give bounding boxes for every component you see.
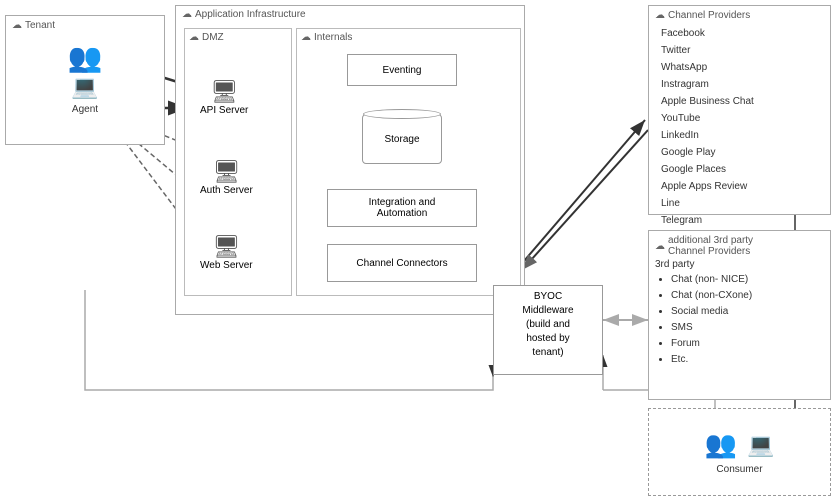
dmz-title: ☁ DMZ xyxy=(189,32,287,43)
channel-connectors-label: Channel Connectors xyxy=(356,258,447,269)
web-server: 🖥 Web Server xyxy=(200,234,253,271)
internals-box: ☁ Internals Eventing Storage Integration… xyxy=(296,28,521,296)
channel-providers-box: ☁ Channel Providers Facebook Twitter Wha… xyxy=(648,5,831,215)
list-item: Apple Business Chat xyxy=(661,93,818,110)
consumer-person-icon: 👥 xyxy=(705,429,737,460)
server-icon-auth: 🖥 xyxy=(200,159,253,185)
channel-providers-label: Channel Providers xyxy=(668,10,750,21)
cloud-icon-channel: ☁ xyxy=(655,10,665,21)
list-item: LinkedIn xyxy=(661,127,818,144)
channel-connectors-component: Channel Connectors xyxy=(327,244,477,282)
list-item: Google Places xyxy=(661,161,818,178)
tenant-box: ☁ Tenant 👥 💻 Agent xyxy=(5,15,165,145)
list-item: WhatsApp xyxy=(661,59,818,76)
list-item: Instragram xyxy=(661,76,818,93)
byoc-box: BYOCMiddleware(build andhosted bytenant) xyxy=(493,285,603,375)
auth-server: 🖥 Auth Server xyxy=(200,159,253,196)
dmz-box: ☁ DMZ 🖥 API Server 🖥 Auth Server 🖥 Web S… xyxy=(184,28,292,296)
list-item: Telegram xyxy=(661,212,818,229)
agent-icon: 👥 xyxy=(68,41,103,74)
list-item: Social media xyxy=(671,304,824,320)
storage-component: Storage xyxy=(357,109,447,169)
integration-label: Integration andAutomation xyxy=(369,197,436,219)
list-item: Facebook xyxy=(661,25,818,42)
channel-providers-list: Facebook Twitter WhatsApp Instragram App… xyxy=(655,23,824,231)
consumer-box: 👥 💻 Consumer xyxy=(648,408,831,496)
list-item: Forum xyxy=(671,336,824,352)
list-item: YouTube xyxy=(661,110,818,127)
dmz-label: DMZ xyxy=(202,32,224,43)
byoc-label: BYOCMiddleware(build andhosted bytenant) xyxy=(522,291,573,358)
cloud-icon-tenant: ☁ xyxy=(12,20,22,31)
app-infra-label: Application Infrastructure xyxy=(195,9,306,20)
server-icon-api: 🖥 xyxy=(200,79,248,105)
list-item: Chat (non- NICE) xyxy=(671,272,824,288)
consumer-laptop-icon: 💻 xyxy=(747,432,774,458)
list-item: SMS xyxy=(671,320,824,336)
eventing-label: Eventing xyxy=(383,65,422,76)
storage-label: Storage xyxy=(384,134,419,145)
list-item: Google Play xyxy=(661,144,818,161)
eventing-component: Eventing xyxy=(347,54,457,86)
cloud-icon-infra: ☁ xyxy=(182,9,192,20)
web-server-label: Web Server xyxy=(200,260,253,271)
app-infra-title: ☁ Application Infrastructure xyxy=(182,9,518,20)
auth-server-label: Auth Server xyxy=(200,185,253,196)
tenant-title: ☁ Tenant xyxy=(12,20,158,31)
third-party-label: additional 3rd partyChannel Providers xyxy=(668,235,753,257)
third-party-box: ☁ additional 3rd partyChannel Providers … xyxy=(648,230,831,400)
internals-title: ☁ Internals xyxy=(301,32,516,43)
channel-providers-title: ☁ Channel Providers xyxy=(655,10,824,21)
list-item: Apple Apps Review xyxy=(661,178,818,195)
diagram: ☁ Tenant 👥 💻 Agent ☁ Application Infrast… xyxy=(0,0,838,501)
third-party-prefix: 3rd party xyxy=(655,259,824,270)
internals-label: Internals xyxy=(314,32,352,43)
server-icon-web: 🖥 xyxy=(200,234,253,260)
list-item: Chat (non-CXone) xyxy=(671,288,824,304)
list-item: Twitter xyxy=(661,42,818,59)
list-item: Line xyxy=(661,195,818,212)
third-party-list: Chat (non- NICE) Chat (non-CXone) Social… xyxy=(655,272,824,368)
consumer-label: Consumer xyxy=(716,464,762,475)
agent-label: Agent xyxy=(72,104,98,115)
laptop-icon-agent: 💻 xyxy=(71,74,98,100)
integration-component: Integration andAutomation xyxy=(327,189,477,227)
cloud-icon-internals: ☁ xyxy=(301,32,311,43)
api-server-label: API Server xyxy=(200,105,248,116)
list-item: Etc. xyxy=(671,352,824,368)
cloud-icon-dmz: ☁ xyxy=(189,32,199,43)
cloud-icon-third: ☁ xyxy=(655,241,665,252)
tenant-label: Tenant xyxy=(25,20,55,31)
consumer-icons: 👥 💻 xyxy=(705,429,775,460)
app-infra-box: ☁ Application Infrastructure ☁ DMZ 🖥 API… xyxy=(175,5,525,315)
third-party-title: ☁ additional 3rd partyChannel Providers xyxy=(655,235,824,257)
api-server: 🖥 API Server xyxy=(200,79,248,116)
